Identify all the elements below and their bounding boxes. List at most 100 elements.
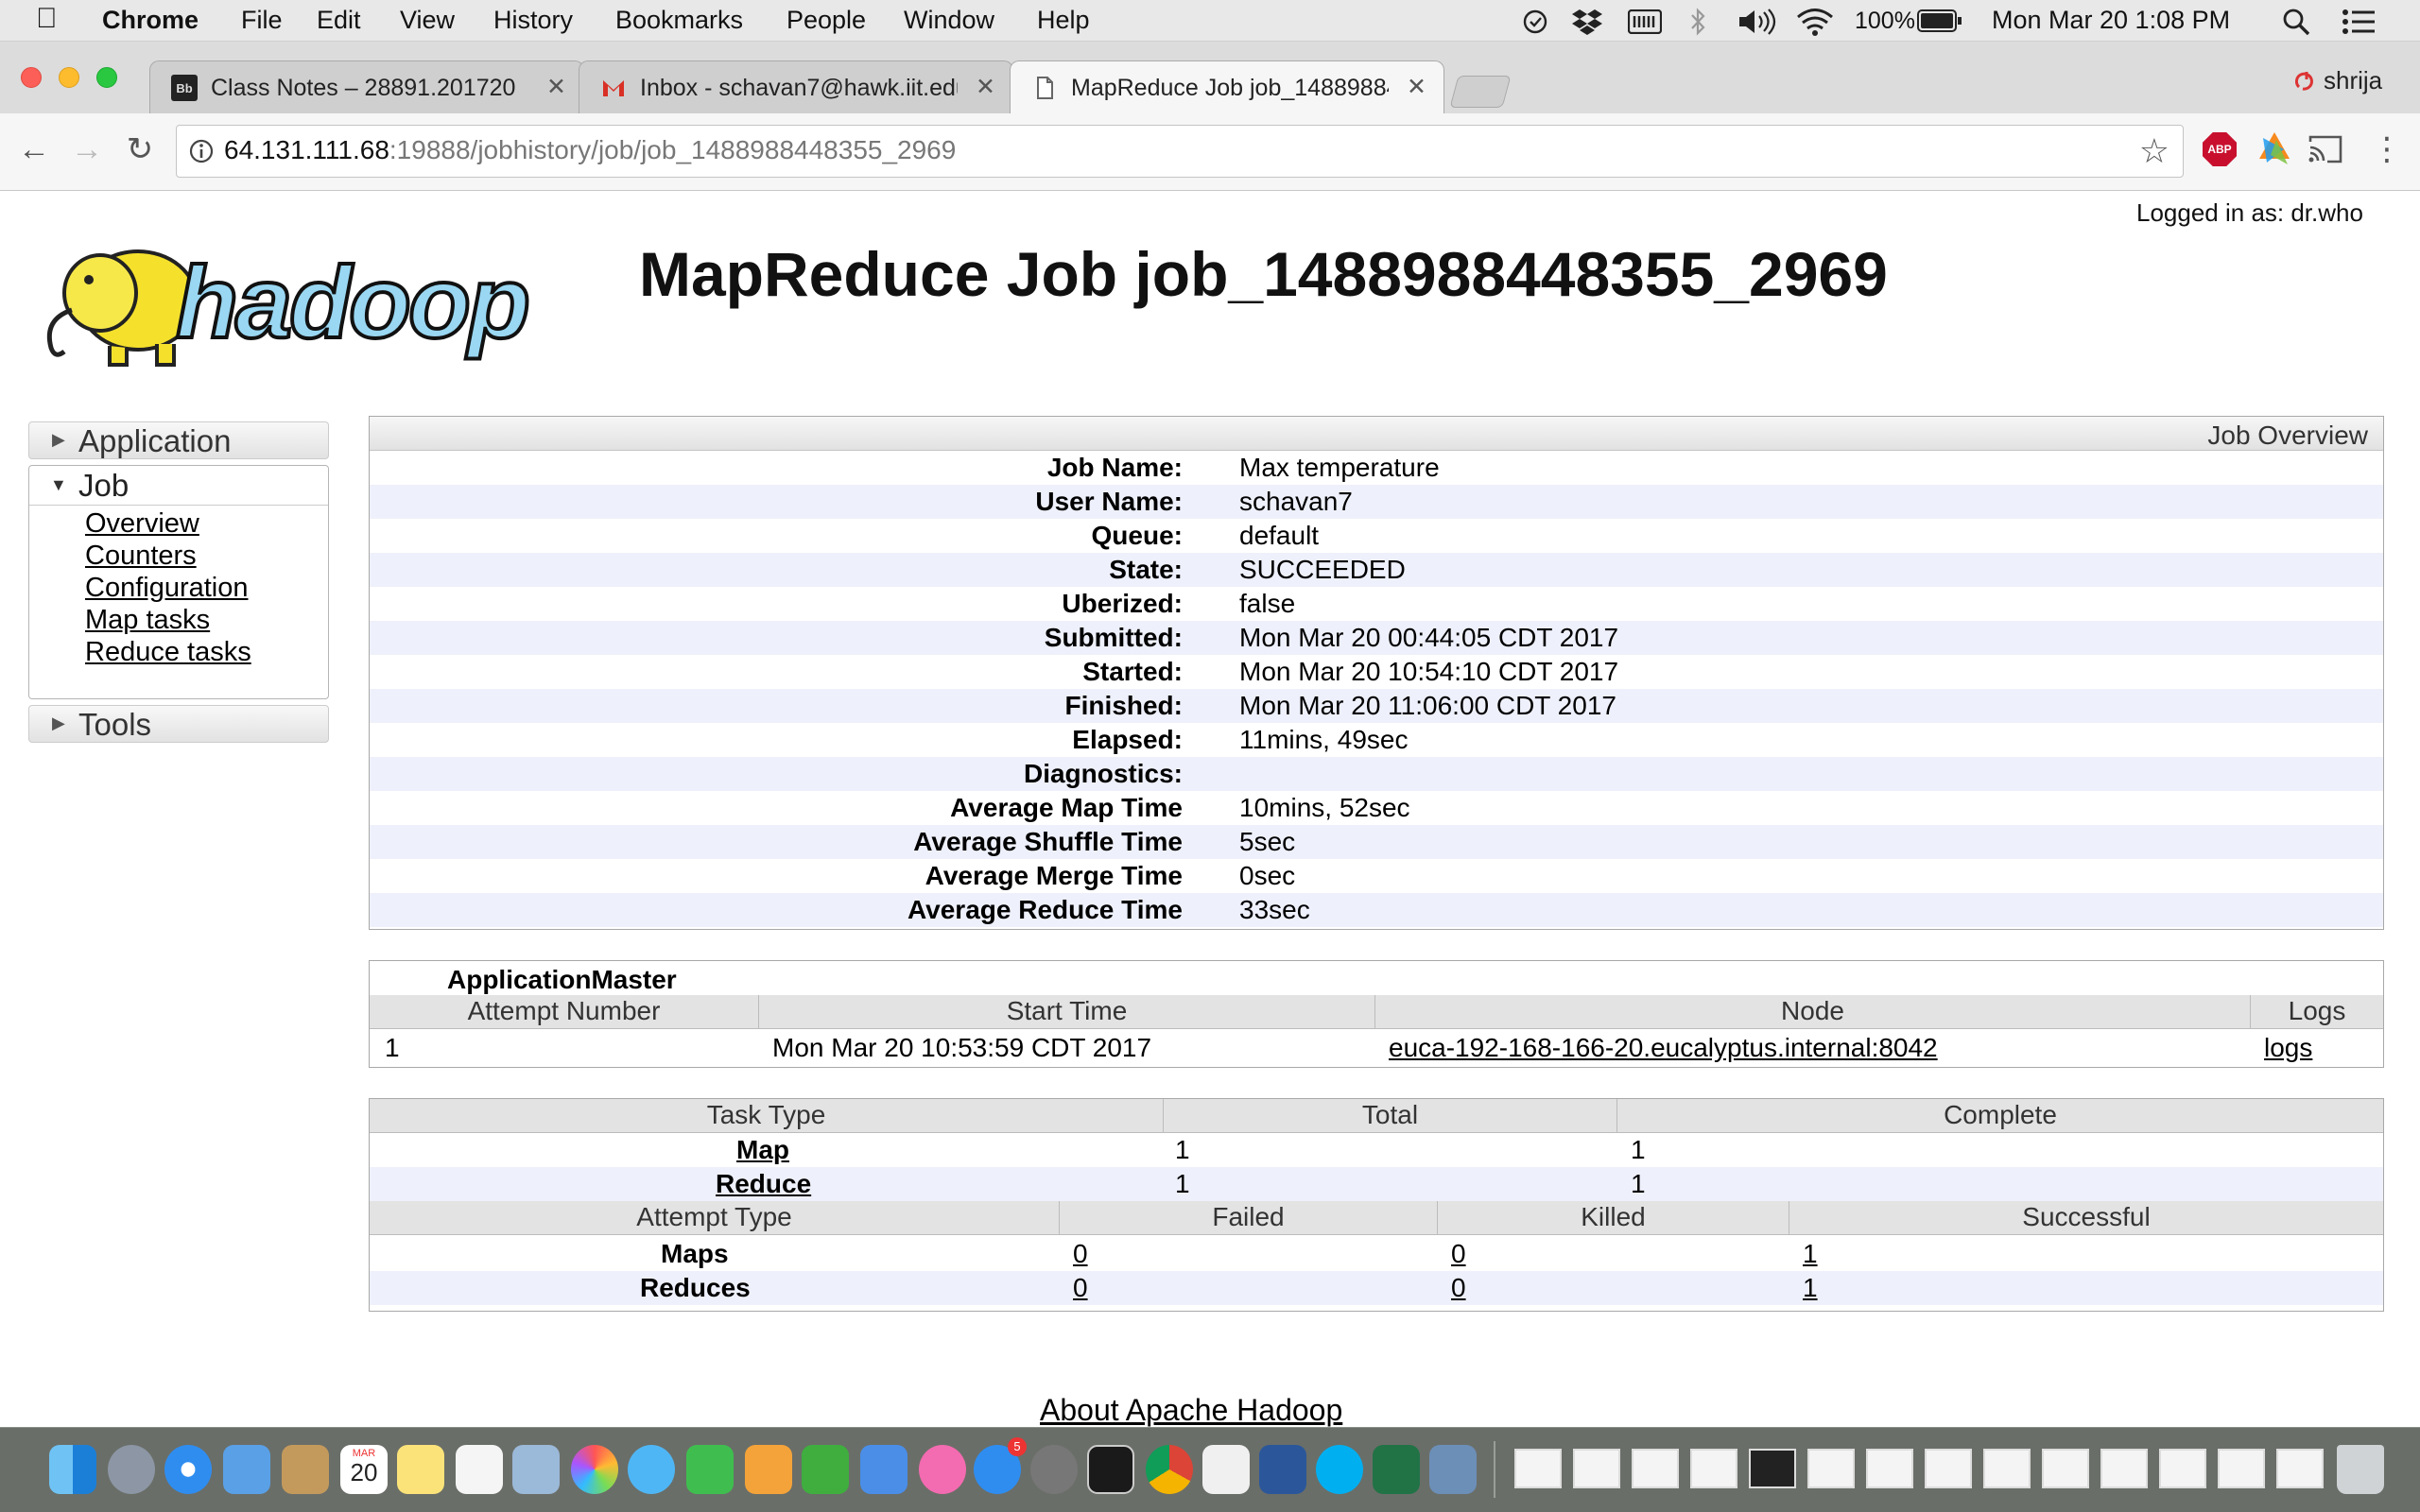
notes-icon[interactable] [397,1445,444,1494]
app-store-icon[interactable]: 5 [974,1437,1027,1494]
task-type-reduce-link[interactable]: Reduce [716,1169,811,1199]
battery-icon[interactable] [1917,9,1962,32]
messages-icon[interactable] [628,1445,675,1494]
sidebar-link-configuration[interactable]: Configuration [85,573,249,604]
clock[interactable]: Mon Mar 20 1:08 PM [1992,6,2230,35]
sidebar-link-counters[interactable]: Counters [85,541,197,572]
menu-icon[interactable]: ⋮ [2371,130,2403,168]
logs-link[interactable]: logs [2264,1033,2312,1063]
menu-view[interactable]: View [400,6,455,35]
sidebar-job-header[interactable]: ▼ Job [29,466,328,506]
keynote-icon[interactable] [860,1445,908,1494]
menu-edit[interactable]: Edit [317,6,361,35]
menu-help[interactable]: Help [1037,6,1090,35]
network-utility-icon[interactable] [1429,1445,1477,1494]
maps-killed-link[interactable]: 0 [1451,1239,1466,1269]
sidebar-link-map-tasks[interactable]: Map tasks [85,605,210,636]
window-thumbnail[interactable] [1983,1449,2031,1488]
forward-button[interactable]: → [66,129,108,170]
menu-window[interactable]: Window [904,6,994,35]
chrome-icon[interactable] [1146,1445,1193,1494]
preview-icon[interactable] [512,1445,560,1494]
reduces-successful-link[interactable]: 1 [1803,1273,1818,1303]
node-link[interactable]: euca-192-168-166-20.eucalyptus.internal:… [1389,1033,1938,1063]
terminal-icon[interactable] [1087,1445,1134,1494]
close-window-button[interactable] [21,67,42,88]
minimize-window-button[interactable] [59,67,79,88]
maps-failed-link[interactable]: 0 [1073,1239,1088,1269]
window-thumbnail[interactable] [1573,1449,1620,1488]
contacts-icon[interactable] [282,1445,329,1494]
finder-icon[interactable] [49,1445,96,1494]
window-thumbnail[interactable] [1807,1449,1855,1488]
system-preferences-icon[interactable] [1030,1445,1078,1494]
numbers-icon[interactable] [802,1445,849,1494]
abp-icon[interactable]: ABP [2203,132,2237,166]
window-thumbnail[interactable] [2276,1449,2324,1488]
cast-icon[interactable] [2308,134,2342,164]
skype-icon[interactable] [1316,1445,1363,1494]
maximize-window-button[interactable] [96,67,117,88]
info-icon[interactable] [188,138,215,164]
swift-icon[interactable] [2256,130,2293,168]
safari-icon[interactable] [164,1445,212,1494]
volume-icon[interactable] [1737,8,1777,36]
new-tab-button[interactable] [1449,76,1512,108]
window-thumbnail[interactable] [1866,1449,1913,1488]
tab-mapreduce-job[interactable]: MapReduce Job job_1488988448355_2969 ✕ [1010,60,1444,113]
apple-icon[interactable]:  [36,3,58,35]
textedit-icon[interactable] [1202,1445,1250,1494]
mail-icon[interactable] [223,1445,270,1494]
reminders-icon[interactable] [456,1445,503,1494]
window-thumbnail[interactable] [1925,1449,1972,1488]
window-thumbnail[interactable] [2218,1449,2265,1488]
spotlight-icon[interactable] [2282,8,2310,36]
sidebar-application[interactable]: ▶ Application [28,421,329,459]
menu-people[interactable]: People [786,6,866,35]
launchpad-icon[interactable] [108,1445,155,1494]
trash-icon[interactable] [2337,1445,2384,1494]
tab-inbox[interactable]: Inbox - schavan7@hawk.iit.edu ✕ [579,60,1013,113]
about-apache-hadoop-link[interactable]: About Apache Hadoop [1040,1393,1342,1427]
close-tab-icon[interactable]: ✕ [1407,73,1426,101]
reduces-failed-link[interactable]: 0 [1073,1273,1088,1303]
reload-button[interactable]: ↻ [119,129,161,170]
sidebar-tools[interactable]: ▶ Tools [28,705,329,743]
timemachine-icon[interactable] [1522,9,1548,35]
address-bar[interactable]: 64.131.111.68:19888/jobhistory/job/job_1… [176,125,2184,178]
window-thumbnail[interactable] [1749,1449,1796,1488]
facetime-icon[interactable] [686,1445,734,1494]
menu-bookmarks[interactable]: Bookmarks [615,6,743,35]
window-thumbnail[interactable] [2159,1449,2206,1488]
photos-icon[interactable] [571,1445,618,1494]
app-menu-chrome[interactable]: Chrome [102,6,199,35]
word-icon[interactable] [1259,1445,1306,1494]
reduces-killed-link[interactable]: 0 [1451,1273,1466,1303]
keyboard-icon[interactable] [1628,9,1662,34]
back-button[interactable]: ← [13,129,55,170]
sidebar-link-reduce-tasks[interactable]: Reduce tasks [85,637,251,668]
calendar-icon[interactable]: MAR 20 [340,1445,388,1494]
menu-history[interactable]: History [493,6,573,35]
window-thumbnail[interactable] [1632,1449,1679,1488]
pages-icon[interactable] [745,1445,792,1494]
dropbox-icon[interactable] [1571,8,1603,36]
tab-class-notes[interactable]: Bb Class Notes – 28891.201720 ✕ [149,60,584,113]
sidebar-link-overview[interactable]: Overview [85,508,199,540]
excel-icon[interactable] [1373,1445,1420,1494]
profile-name[interactable]: shrija [2324,66,2382,95]
itunes-icon[interactable] [919,1445,966,1494]
wifi-icon[interactable] [1796,7,1834,37]
window-thumbnail[interactable] [1514,1449,1562,1488]
window-thumbnail[interactable] [2042,1449,2089,1488]
close-tab-icon[interactable]: ✕ [976,73,995,101]
window-thumbnail[interactable] [1690,1449,1737,1488]
menu-file[interactable]: File [241,6,283,35]
maps-successful-link[interactable]: 1 [1803,1239,1818,1269]
bluetooth-icon[interactable] [1688,7,1707,37]
bookmark-star-icon[interactable]: ☆ [2139,131,2169,171]
notification-center-icon[interactable] [2342,9,2375,34]
profile-icon[interactable] [2295,70,2318,91]
close-tab-icon[interactable]: ✕ [546,73,566,101]
task-type-map-link[interactable]: Map [736,1135,789,1165]
